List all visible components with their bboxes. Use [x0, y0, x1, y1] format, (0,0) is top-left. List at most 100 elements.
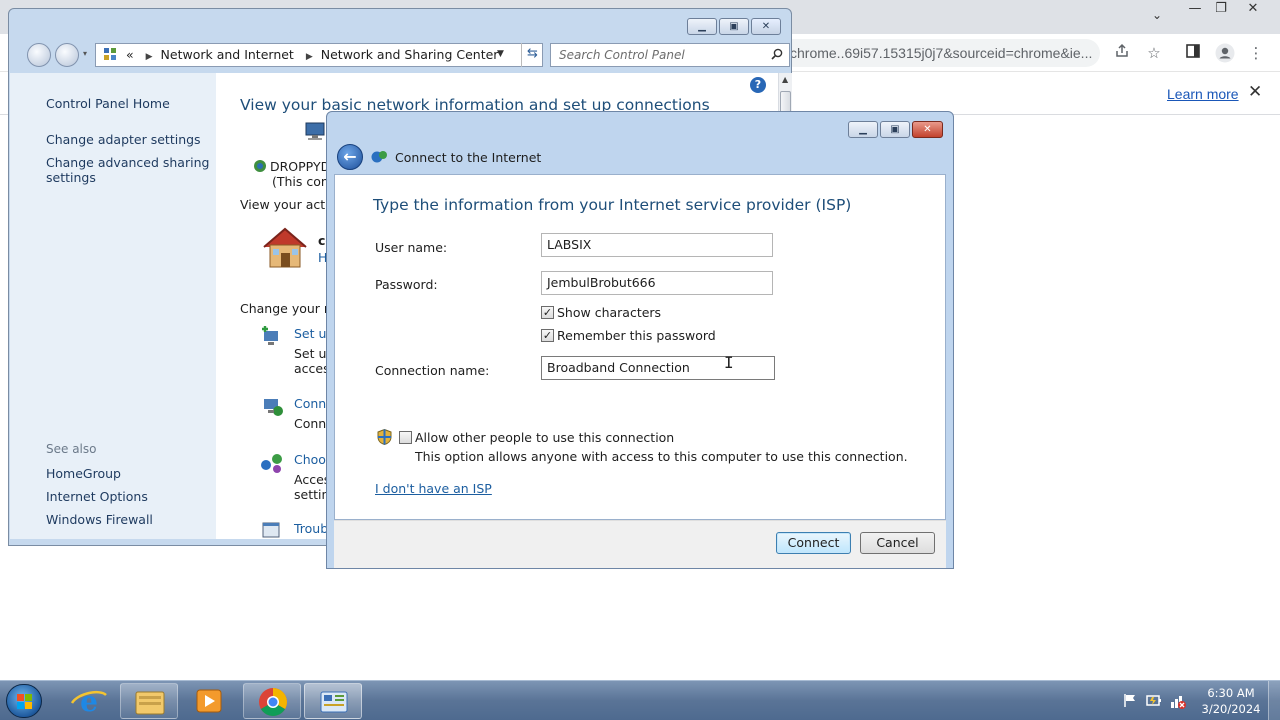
help-icon[interactable]: ?	[750, 77, 766, 93]
home-network-icon	[260, 225, 310, 272]
chrome-restore-button[interactable]: ❐	[1208, 2, 1234, 18]
computer-name: DROPPYDI	[270, 159, 334, 174]
network-globe-icon	[253, 159, 267, 176]
setup-connection-icon	[260, 325, 284, 352]
uac-shield-icon	[377, 428, 392, 446]
address-bar[interactable]: chrome..69i57.15315j0j7&sourceid=chrome&…	[780, 39, 1100, 67]
chrome-minimize-button[interactable]: —	[1182, 2, 1208, 18]
breadcrumb-network-sharing-center[interactable]: Network and Sharing Center	[321, 47, 499, 62]
change-advanced-sharing-link-line2[interactable]: settings	[46, 170, 96, 185]
file-explorer-icon[interactable]	[120, 683, 178, 719]
breadcrumb-network-and-internet[interactable]: Network and Internet	[161, 47, 294, 62]
clock-time: 6:30 AM	[1207, 686, 1255, 700]
remember-password-label[interactable]: Remember this password	[557, 328, 716, 343]
troubleshoot-icon	[260, 519, 284, 539]
homegroup-link[interactable]: HomeGroup	[46, 466, 121, 481]
cp-minimize-button[interactable]: ▁	[687, 18, 717, 35]
remember-password-checkbox[interactable]: ✓	[541, 329, 554, 342]
cp-navigation-bar: ▾ « ▶ Network and Internet ▶ Network and S…	[17, 41, 790, 69]
control-panel-taskbar-icon[interactable]	[304, 683, 362, 719]
internet-options-link[interactable]: Internet Options	[46, 489, 148, 504]
breadcrumb-separator-icon: ▶	[145, 52, 153, 62]
no-isp-link[interactable]: I don't have an ISP	[375, 481, 492, 496]
connect-button[interactable]: Connect	[776, 532, 851, 554]
connection-name-label: Connection name:	[375, 363, 490, 378]
bookmark-star-icon[interactable]: ☆	[1144, 43, 1164, 63]
profile-avatar-icon[interactable]	[1215, 43, 1235, 63]
refresh-icon[interactable]: ⇆	[521, 43, 543, 67]
dialog-minimize-button[interactable]: ▁	[848, 121, 878, 138]
dialog-title: Connect to the Internet	[395, 150, 542, 165]
dialog-caption-buttons: ▁ ▣ ✕	[848, 121, 943, 138]
connect-to-network-icon	[260, 395, 284, 422]
control-panel-home-link[interactable]: Control Panel Home	[46, 96, 170, 111]
show-desktop-button[interactable]	[1268, 681, 1280, 720]
password-label: Password:	[375, 277, 438, 292]
isp-info-heading: Type the information from your Internet …	[373, 196, 852, 214]
internet-explorer-icon[interactable]: e	[60, 683, 118, 719]
chrome-menu-icon[interactable]: ⋮	[1246, 43, 1266, 63]
dialog-maximize-button[interactable]: ▣	[880, 121, 910, 138]
share-icon[interactable]	[1112, 43, 1132, 63]
taskbar: e 6:30 AM 3/20/2024	[0, 680, 1280, 720]
start-button[interactable]	[6, 684, 42, 718]
cancel-button[interactable]: Cancel	[860, 532, 935, 554]
network-disconnected-icon[interactable]	[1170, 693, 1186, 709]
text-cursor-icon: I	[724, 353, 734, 372]
dialog-body: Type the information from your Internet …	[334, 174, 946, 520]
clock-date: 3/20/2024	[1201, 702, 1261, 716]
dialog-header: ← Connect to the Internet	[334, 142, 946, 176]
homegroup-sharing-icon	[260, 451, 284, 478]
show-characters-label[interactable]: Show characters	[557, 305, 661, 320]
username-label: User name:	[375, 240, 448, 255]
windows-firewall-link[interactable]: Windows Firewall	[46, 512, 153, 527]
learn-more-link[interactable]: Learn more	[1167, 86, 1239, 102]
windows-flag-icon	[17, 694, 32, 709]
action-center-flag-icon[interactable]	[1122, 693, 1138, 709]
address-dropdown-icon[interactable]: ▼	[497, 43, 504, 65]
computer-icon	[302, 121, 328, 141]
search-icon[interactable]	[771, 44, 783, 66]
connect-to-internet-dialog: ▁ ▣ ✕ ← Connect to the Internet Type the…	[326, 111, 954, 569]
search-placeholder: Search Control Panel	[559, 48, 685, 62]
chrome-close-button[interactable]: ✕	[1240, 2, 1266, 18]
see-also-heading: See also	[46, 442, 97, 456]
control-panel-icon	[104, 45, 116, 60]
back-button[interactable]	[27, 43, 51, 67]
cp-caption-buttons: ▁ ▣ ✕	[687, 18, 781, 35]
breadcrumb-overflow-icon[interactable]: «	[126, 47, 134, 62]
breadcrumb-separator-icon: ▶	[305, 52, 313, 62]
infobar-close-icon[interactable]: ✕	[1248, 82, 1262, 102]
forward-button[interactable]	[55, 43, 79, 67]
cp-maximize-button[interactable]: ▣	[719, 18, 749, 35]
dialog-footer: Connect Cancel	[334, 520, 946, 568]
system-tray	[1110, 681, 1200, 720]
power-icon[interactable]	[1146, 693, 1162, 709]
network-wizard-icon	[371, 149, 388, 164]
allow-others-description: This option allows anyone with access to…	[415, 449, 908, 464]
side-panel-icon[interactable]	[1183, 43, 1203, 63]
media-player-icon[interactable]	[180, 683, 238, 719]
taskbar-clock[interactable]: 6:30 AM 3/20/2024	[1198, 685, 1264, 717]
wizard-back-button[interactable]: ←	[337, 144, 363, 170]
connection-name-field[interactable]: Broadband Connection	[541, 356, 775, 380]
svg-text:e: e	[80, 685, 98, 718]
chrome-icon[interactable]	[243, 683, 301, 719]
allow-others-label[interactable]: Allow other people to use this connectio…	[415, 430, 674, 445]
username-field[interactable]: LABSIX	[541, 233, 773, 257]
change-advanced-sharing-link[interactable]: Change advanced sharing	[46, 155, 209, 170]
search-control-panel-input[interactable]: Search Control Panel	[550, 43, 790, 67]
troubleshoot-link[interactable]: Troub	[294, 521, 328, 536]
cp-left-pane: Control Panel Home Change adapter settin…	[10, 73, 216, 539]
choose-homegroup-desc: Acces	[294, 472, 331, 487]
allow-others-checkbox[interactable]	[399, 431, 412, 444]
breadcrumb[interactable]: « ▶ Network and Internet ▶ Network and Sha…	[95, 43, 543, 67]
tab-search-dropdown-icon[interactable]: ⌄	[1152, 8, 1162, 22]
recent-pages-icon[interactable]: ▾	[83, 49, 87, 58]
change-adapter-settings-link[interactable]: Change adapter settings	[46, 132, 201, 147]
scroll-up-icon[interactable]: ▲	[782, 75, 788, 84]
cp-close-button[interactable]: ✕	[751, 18, 781, 35]
dialog-close-button[interactable]: ✕	[912, 121, 943, 138]
show-characters-checkbox[interactable]: ✓	[541, 306, 554, 319]
password-field[interactable]: JembulBrobut666	[541, 271, 773, 295]
